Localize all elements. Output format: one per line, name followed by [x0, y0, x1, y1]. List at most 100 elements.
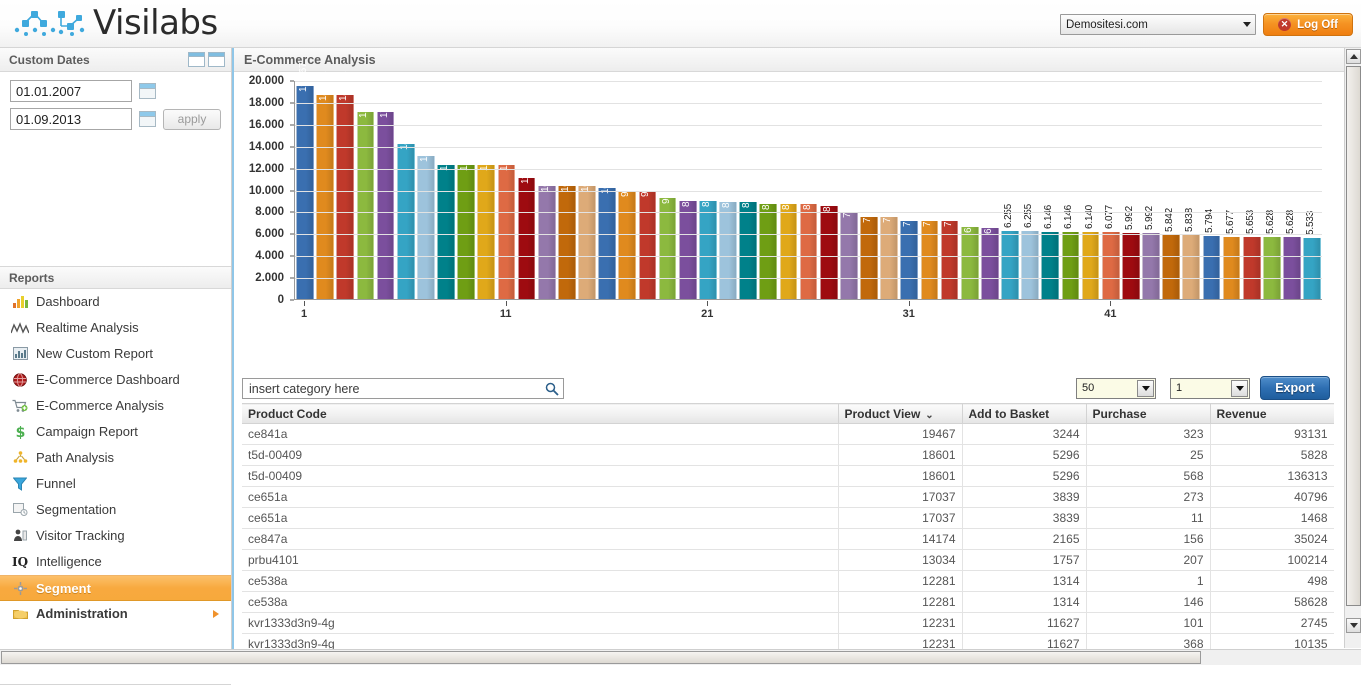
- chart-bar[interactable]: [921, 221, 939, 299]
- table-column-header[interactable]: Product View⌄: [838, 404, 962, 424]
- sidebar-item-ecommerce-analysis[interactable]: E-Commerce Analysis: [0, 393, 231, 419]
- chart-bar[interactable]: [659, 198, 677, 299]
- chart-bar[interactable]: [357, 112, 375, 299]
- chart-bar[interactable]: [1082, 232, 1100, 299]
- maximize-window-icon[interactable]: [208, 52, 225, 67]
- folder-icon: [10, 606, 30, 622]
- table-row[interactable]: prbu4101130341757207100214: [242, 550, 1334, 571]
- chart-bar[interactable]: [578, 186, 596, 299]
- chart-bar[interactable]: [941, 221, 959, 299]
- chart-bar[interactable]: [538, 186, 556, 299]
- chart-bar[interactable]: [880, 217, 898, 299]
- table-row[interactable]: ce841a19467324432393131: [242, 424, 1334, 445]
- category-search-field[interactable]: insert category here: [242, 378, 564, 399]
- scroll-down-button[interactable]: [1346, 618, 1361, 633]
- chart-bar[interactable]: [1283, 237, 1301, 299]
- chart-bar[interactable]: [1021, 231, 1039, 299]
- restore-window-icon[interactable]: [188, 52, 205, 67]
- table-row[interactable]: t5d-00409186015296568136313: [242, 466, 1334, 487]
- sidebar-item-dashboard[interactable]: Dashboard: [0, 289, 231, 315]
- chart-bar[interactable]: [296, 86, 314, 299]
- sidebar-item-visitor-tracking[interactable]: Visitor Tracking: [0, 523, 231, 549]
- search-icon[interactable]: [545, 382, 559, 396]
- calendar-icon[interactable]: [139, 111, 156, 127]
- chart-bar[interactable]: [719, 202, 737, 299]
- horizontal-scroll-thumb[interactable]: [1, 651, 1201, 664]
- chart-bar[interactable]: [1041, 232, 1059, 299]
- chart-bar[interactable]: [1102, 232, 1120, 299]
- chart-bar[interactable]: [1263, 237, 1281, 299]
- horizontal-scrollbar[interactable]: [0, 649, 1361, 665]
- table-row[interactable]: ce538a1228113141498: [242, 571, 1334, 592]
- chart-bar[interactable]: [598, 188, 616, 299]
- chart-bar[interactable]: [820, 206, 838, 299]
- apply-button[interactable]: apply: [163, 109, 221, 130]
- table-column-header[interactable]: Add to Basket: [962, 404, 1086, 424]
- table-cell: ce841a: [242, 424, 838, 445]
- site-selector[interactable]: Demositesi.com: [1060, 14, 1256, 35]
- chart-bar[interactable]: [1162, 235, 1180, 299]
- vertical-scroll-thumb[interactable]: [1346, 66, 1361, 606]
- chart-bar[interactable]: [961, 227, 979, 299]
- logoff-button[interactable]: ✕ Log Off: [1263, 13, 1353, 36]
- chart-bar[interactable]: [739, 202, 757, 299]
- table-row[interactable]: t5d-00409186015296255828: [242, 445, 1334, 466]
- table-row[interactable]: ce651a17037383927340796: [242, 487, 1334, 508]
- sidebar-item-segmentation[interactable]: Segmentation: [0, 497, 231, 523]
- sidebar-item-ecommerce-dashboard[interactable]: E-Commerce Dashboard: [0, 367, 231, 393]
- sidebar-item-campaign-report[interactable]: $ Campaign Report: [0, 419, 231, 445]
- rows-per-page-select[interactable]: 50: [1076, 378, 1156, 399]
- table-cell: ce538a: [242, 592, 838, 613]
- sidebar-item-intelligence[interactable]: IQ Intelligence: [0, 549, 231, 575]
- chart-bar[interactable]: [1062, 232, 1080, 299]
- date-to-input[interactable]: [10, 108, 132, 130]
- chart-bar[interactable]: [1203, 236, 1221, 299]
- chart-bar-value-label: 6.486: [983, 210, 994, 234]
- table-column-header[interactable]: Product Code: [242, 404, 838, 424]
- scroll-up-button[interactable]: [1346, 49, 1361, 64]
- chart-bar[interactable]: [860, 217, 878, 299]
- table-row[interactable]: ce538a12281131414658628: [242, 592, 1334, 613]
- chart-bar[interactable]: [1122, 233, 1140, 299]
- sidebar-item-new-custom-report[interactable]: New Custom Report: [0, 341, 231, 367]
- chart-bar[interactable]: [1001, 231, 1019, 299]
- table-column-header[interactable]: Purchase: [1086, 404, 1210, 424]
- page-number-select[interactable]: 1: [1170, 378, 1250, 399]
- table-row[interactable]: kvr1333d3n9-4g12231116271012745: [242, 613, 1334, 634]
- chart-bar[interactable]: [377, 112, 395, 299]
- date-from-input[interactable]: [10, 80, 132, 102]
- vertical-scrollbar[interactable]: [1344, 48, 1361, 648]
- chart-bar[interactable]: [518, 178, 536, 299]
- sidebar-item-label: Campaign Report: [36, 424, 138, 439]
- chart-bar[interactable]: [618, 191, 636, 299]
- sidebar-item-segment[interactable]: Segment: [0, 575, 231, 601]
- chart-bar[interactable]: [639, 191, 657, 299]
- chart-bar-value-label: 5.628: [1285, 210, 1296, 234]
- chart-bar[interactable]: [397, 144, 415, 299]
- chart-bar[interactable]: [981, 228, 999, 299]
- chart-bar[interactable]: [558, 186, 576, 299]
- sidebar-item-administration[interactable]: Administration: [0, 601, 231, 627]
- chart-bar[interactable]: [900, 221, 918, 299]
- chart-bar[interactable]: [699, 201, 717, 299]
- table-row[interactable]: ce847a14174216515635024: [242, 529, 1334, 550]
- chart-bar[interactable]: [336, 95, 354, 299]
- export-button[interactable]: Export: [1260, 376, 1330, 400]
- chart-bar[interactable]: [780, 204, 798, 299]
- sidebar-item-funnel[interactable]: Funnel: [0, 471, 231, 497]
- chart-bar[interactable]: [1243, 237, 1261, 299]
- calendar-icon[interactable]: [139, 83, 156, 99]
- chart-bar[interactable]: [759, 204, 777, 299]
- sidebar-item-path-analysis[interactable]: Path Analysis: [0, 445, 231, 471]
- chart-bar[interactable]: [1142, 233, 1160, 299]
- chart-bar[interactable]: [1223, 237, 1241, 299]
- sidebar-item-label: Visitor Tracking: [36, 528, 125, 543]
- table-column-header[interactable]: Revenue: [1210, 404, 1334, 424]
- chart-bar[interactable]: [316, 95, 334, 299]
- chart-bar[interactable]: [1182, 235, 1200, 299]
- chart-bar[interactable]: [1303, 238, 1321, 299]
- sidebar-item-realtime-analysis[interactable]: Realtime Analysis: [0, 315, 231, 341]
- chart-bar[interactable]: [679, 201, 697, 299]
- chart-bar[interactable]: [800, 204, 818, 299]
- table-row[interactable]: ce651a170373839111468: [242, 508, 1334, 529]
